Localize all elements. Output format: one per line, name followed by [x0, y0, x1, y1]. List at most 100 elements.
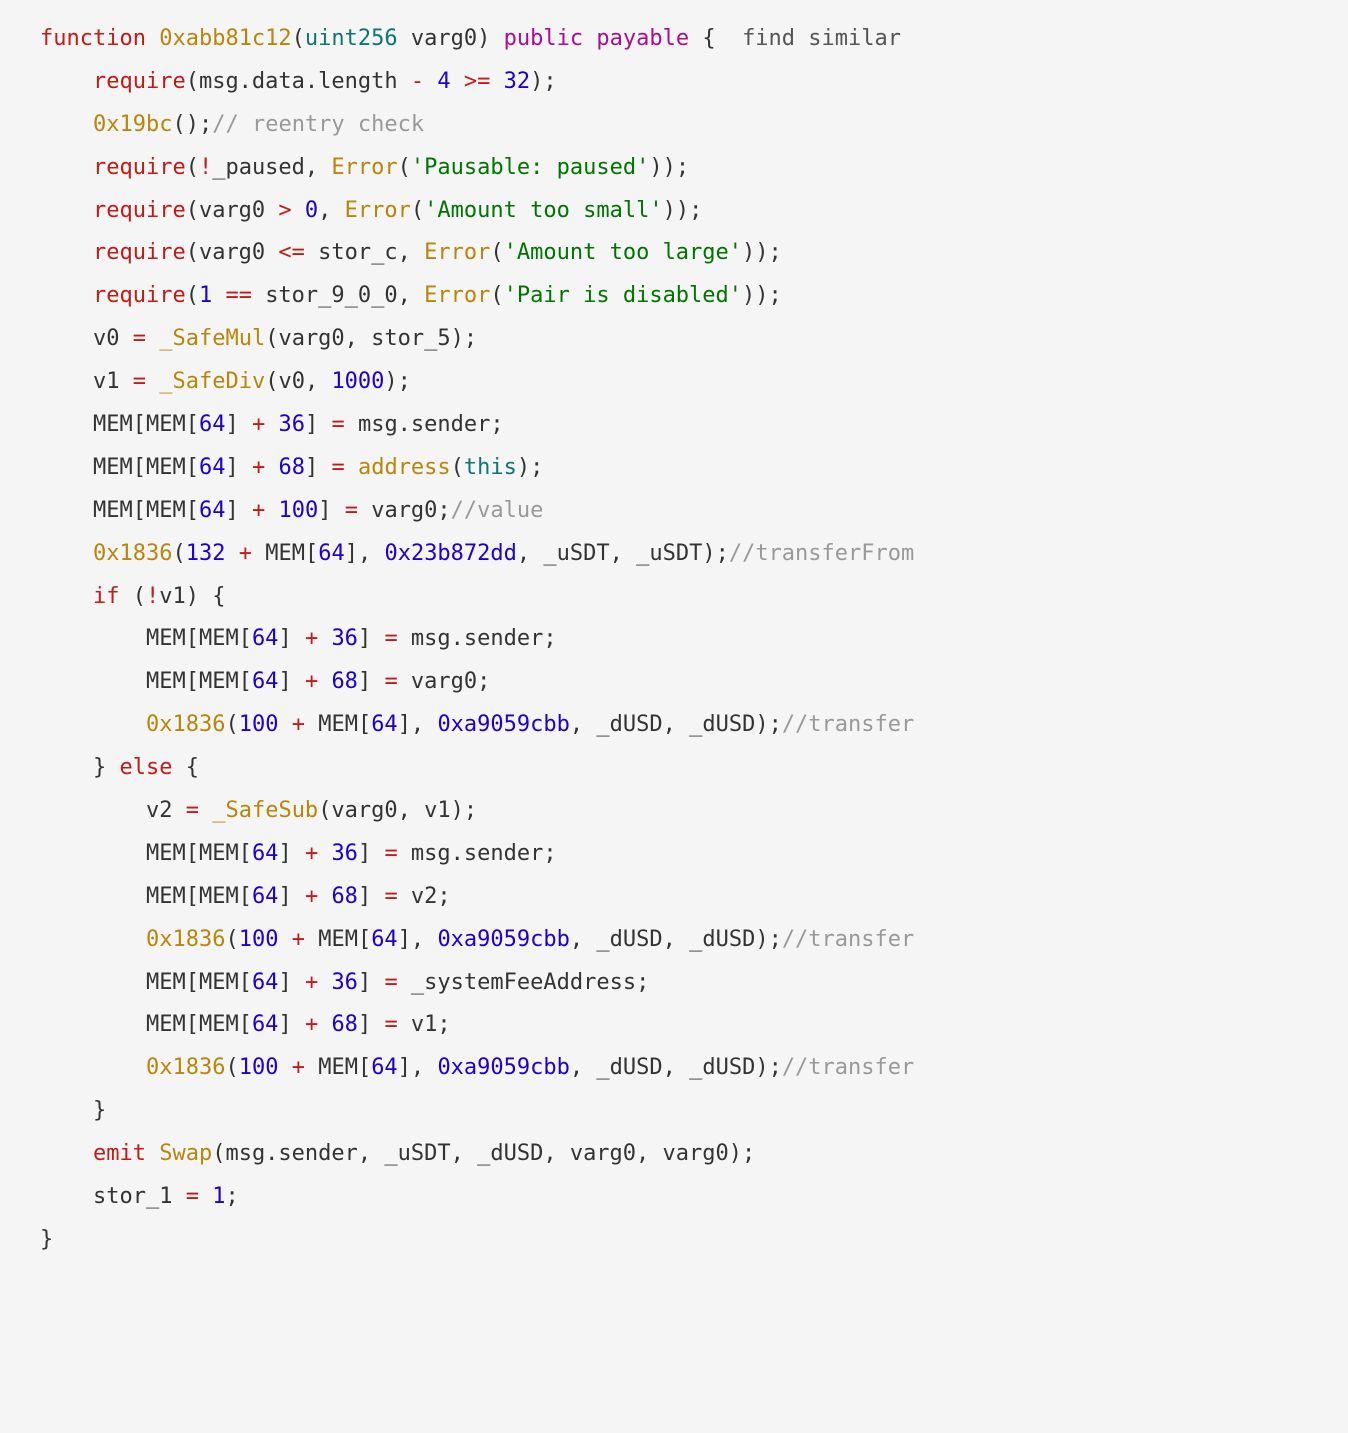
indent [40, 283, 93, 308]
sp [318, 884, 331, 909]
number-64: 64 [371, 927, 398, 952]
code-line: MEM[MEM[64] + 36] = _systemFeeAddress; [40, 970, 649, 995]
indent [40, 369, 93, 394]
sp [318, 626, 331, 651]
indent [40, 1012, 146, 1037]
comment: //transferFrom [729, 541, 914, 566]
indent [40, 841, 146, 866]
sp [199, 798, 212, 823]
bracket: ] [358, 841, 385, 866]
paren-close: ); [384, 369, 411, 394]
brace-open: { [172, 755, 199, 780]
sp [265, 455, 278, 480]
code-line: function 0xabb81c12(uint256 varg0) publi… [40, 26, 901, 51]
expr: v1) { [159, 584, 225, 609]
code-line: 0x19bc();// reentry check [40, 112, 424, 137]
function-call: _SafeDiv [159, 369, 265, 394]
op-plus: + [305, 841, 318, 866]
string-literal: 'Amount too large' [504, 240, 742, 265]
sp [345, 455, 358, 480]
bracket: ], [398, 712, 438, 737]
paren-close: )); [742, 283, 782, 308]
val: msg.sender; [345, 412, 504, 437]
paren-close: )); [663, 198, 703, 223]
indent [40, 498, 93, 523]
code-line: 0x1836(100 + MEM[64], 0xa9059cbb, _dUSD,… [40, 712, 914, 737]
function-call: 0x19bc [93, 112, 172, 137]
code-line: require(1 == stor_9_0_0, Error('Pair is … [40, 283, 782, 308]
function-name: 0xabb81c12 [159, 26, 291, 51]
bracket: ] [318, 498, 345, 523]
paren-open: ( [225, 1055, 238, 1080]
code-line: } [40, 1227, 53, 1252]
number-68: 68 [278, 455, 305, 480]
paren-open: ( [119, 584, 146, 609]
code-line: MEM[MEM[64] + 36] = msg.sender; [40, 841, 557, 866]
keyword-require: require [93, 283, 186, 308]
paren-open: ( [172, 541, 185, 566]
code-line: v1 = _SafeDiv(v0, 1000); [40, 369, 411, 394]
keyword-public: public [504, 26, 583, 51]
bracket: ] [278, 841, 305, 866]
op-plus: + [278, 712, 318, 737]
op-assign: = [384, 970, 397, 995]
keyword-this: this [464, 455, 517, 480]
mem: MEM[ [318, 712, 371, 737]
number-64: 64 [199, 498, 226, 523]
mem: MEM[MEM[ [146, 626, 252, 651]
code-line: } else { [40, 755, 199, 780]
function-call: _SafeSub [212, 798, 318, 823]
code-line: require(msg.data.length - 4 >= 32); [40, 69, 557, 94]
keyword-payable: payable [596, 26, 689, 51]
keyword-emit: emit [93, 1141, 146, 1166]
code-block: function 0xabb81c12(uint256 varg0) publi… [0, 0, 1348, 1280]
number-64: 64 [252, 669, 279, 694]
number-64: 64 [252, 841, 279, 866]
paren-open: ( [186, 155, 199, 180]
code-line: stor_1 = 1; [40, 1184, 239, 1209]
val: _systemFeeAddress; [398, 970, 650, 995]
indent [40, 970, 146, 995]
sp [318, 669, 331, 694]
string-literal: 'Pair is disabled' [504, 283, 742, 308]
ident: stor_9_0_0, [265, 283, 424, 308]
keyword-require: require [93, 240, 186, 265]
op-assign: = [133, 326, 146, 351]
indent [40, 240, 93, 265]
number-132: 132 [186, 541, 226, 566]
bracket: ] [225, 498, 252, 523]
indent [40, 541, 93, 566]
sp [265, 412, 278, 437]
bracket: ] [305, 455, 332, 480]
number-4: 4 [437, 69, 450, 94]
args: , _dUSD, _dUSD); [570, 1055, 782, 1080]
mem: MEM[MEM[ [146, 841, 252, 866]
brace-close: } [40, 1227, 53, 1252]
bracket: ] [225, 412, 252, 437]
op-assign: = [133, 369, 146, 394]
sp [265, 498, 278, 523]
op-not: ! [146, 584, 159, 609]
op-assign: = [331, 412, 344, 437]
sp [146, 1141, 159, 1166]
bracket: ] [278, 626, 305, 651]
number-36: 36 [331, 841, 358, 866]
code-line: require(varg0 > 0, Error('Amount too sma… [40, 198, 702, 223]
selector: 0xa9059cbb [437, 927, 569, 952]
error-call: Error [424, 283, 490, 308]
number-64: 64 [371, 1055, 398, 1080]
op-gte: >= [451, 69, 504, 94]
comment: //transfer [782, 712, 914, 737]
indent [40, 669, 146, 694]
number-100: 100 [239, 712, 279, 737]
find-similar-link[interactable]: find similar [742, 26, 901, 51]
number-1: 1 [199, 283, 212, 308]
error-call: Error [331, 155, 397, 180]
indent [40, 1141, 93, 1166]
op-plus: + [278, 1055, 318, 1080]
val: v1; [398, 1012, 451, 1037]
function-call: 0x1836 [93, 541, 172, 566]
ident: v2 [146, 798, 186, 823]
code-line: require(varg0 <= stor_c, Error('Amount t… [40, 240, 782, 265]
paren-open: ( [292, 26, 305, 51]
